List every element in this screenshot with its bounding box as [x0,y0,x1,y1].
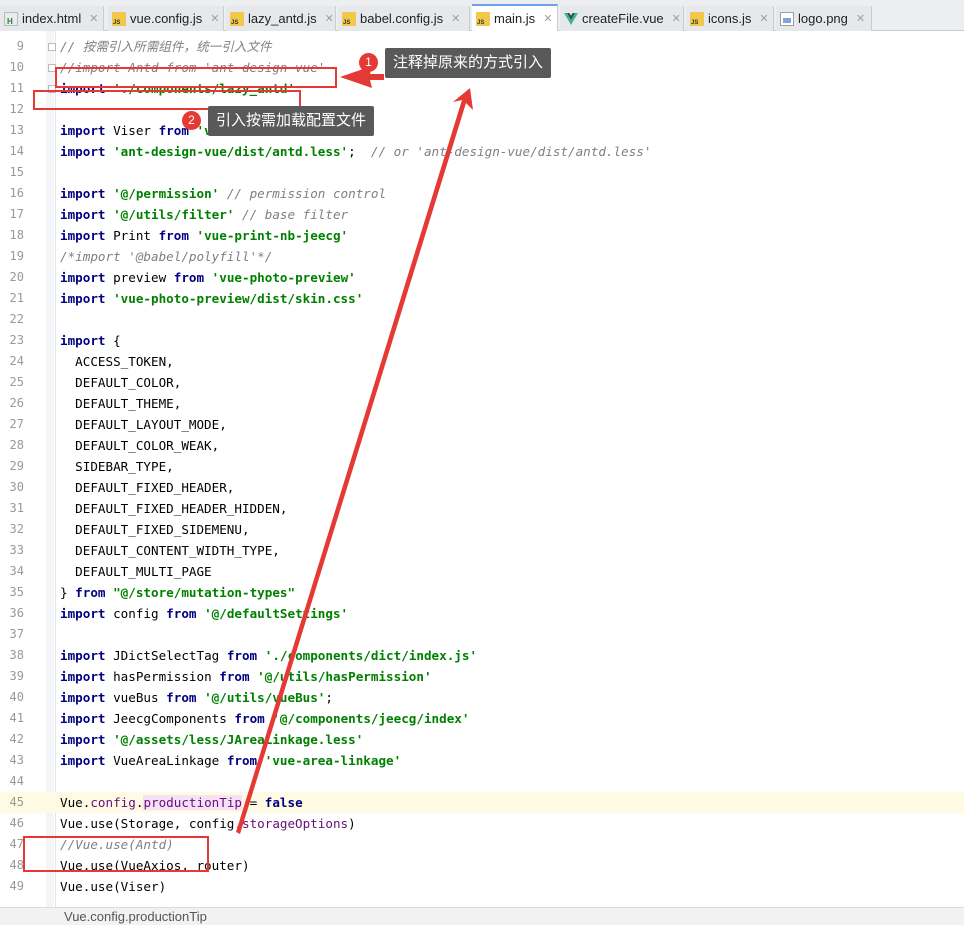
callout-2: 引入按需加载配置文件 [208,106,375,136]
callout-2-text: 引入按需加载配置文件 [216,112,367,129]
annotation-arrows [236,66,473,834]
arrow-line47-to-callout [236,88,473,834]
status-bar: Vue.config.productionTip [0,907,964,925]
callout-1: 注释掉原来的方式引入 [385,48,552,78]
callout-1-text: 注释掉原来的方式引入 [393,54,544,71]
callout-1-badge: 1 [359,53,378,72]
callout-2-badge: 2 [182,111,201,130]
breadcrumb[interactable]: Vue.config.productionTip [64,909,207,924]
